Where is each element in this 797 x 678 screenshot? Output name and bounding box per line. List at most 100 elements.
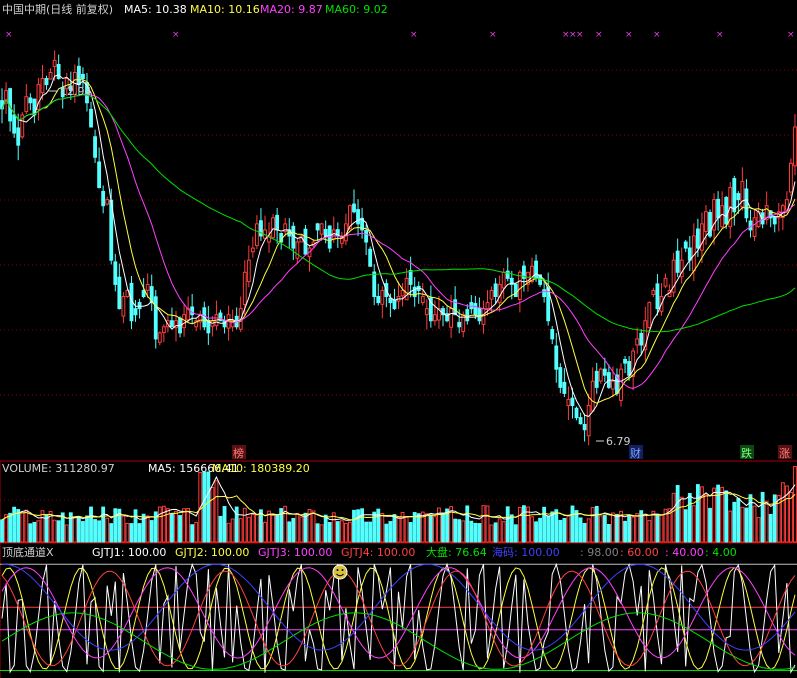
volume-bar-24 bbox=[97, 520, 102, 543]
tag-zhang-label: 涨 bbox=[779, 447, 790, 460]
candle-body-62 bbox=[250, 247, 255, 253]
volume-bar-86 bbox=[348, 521, 352, 543]
volume-bar-8 bbox=[32, 521, 37, 543]
volume-bar-56 bbox=[226, 522, 231, 543]
signal-marker-3: × bbox=[489, 30, 497, 40]
candle-body-99 bbox=[400, 289, 405, 297]
volume-bar-77 bbox=[311, 510, 316, 543]
low-price-marker: 6.79 bbox=[606, 435, 631, 448]
candle-body-181 bbox=[732, 178, 737, 213]
volume-bar-129 bbox=[522, 505, 526, 543]
volume-bar-119 bbox=[481, 505, 486, 543]
volume-bar-62 bbox=[250, 514, 255, 543]
signal-marker-0: × bbox=[5, 30, 13, 40]
gjtj2-label: GJTJ2: 100.00 bbox=[175, 546, 249, 559]
volume-bar-4 bbox=[16, 509, 21, 543]
ref-60-label: : 60.00 bbox=[620, 546, 659, 559]
volume-bar-96 bbox=[388, 521, 393, 543]
candle-body-93 bbox=[376, 296, 381, 304]
volume-bar-7 bbox=[28, 523, 33, 543]
candle-body-136 bbox=[550, 329, 555, 340]
ma10-label: MA10: 10.16 bbox=[190, 3, 260, 16]
candle-body-92 bbox=[372, 271, 377, 298]
volume-bar-30 bbox=[121, 515, 126, 543]
volume-bar-55 bbox=[222, 506, 227, 543]
volume-bar-135 bbox=[546, 516, 551, 543]
volume-bar-179 bbox=[724, 490, 729, 543]
candle-body-143 bbox=[578, 417, 583, 425]
signal-marker-2: × bbox=[410, 30, 418, 40]
volume-bar-10 bbox=[40, 510, 45, 543]
volume-bar-156 bbox=[631, 516, 636, 543]
volume-bar-84 bbox=[339, 520, 344, 543]
tag-die-label: 跌 bbox=[741, 446, 752, 460]
tag-cai[interactable]: 财 bbox=[629, 445, 643, 460]
volume-bar-122 bbox=[493, 522, 498, 543]
candle-body-138 bbox=[558, 367, 563, 388]
ref-40-label: : 40.00 bbox=[665, 546, 704, 559]
volume-bar-120 bbox=[485, 505, 490, 543]
candle-body-63 bbox=[254, 223, 259, 246]
candle-body-78 bbox=[315, 223, 320, 231]
candle-body-185 bbox=[748, 220, 753, 231]
volume-bar-68 bbox=[275, 514, 280, 543]
volume-bar-112 bbox=[453, 518, 458, 543]
volume-bar-18 bbox=[72, 516, 77, 543]
volume-bar-25 bbox=[101, 506, 106, 543]
signal-marker-10: × bbox=[716, 30, 724, 40]
candle-body-137 bbox=[554, 345, 559, 370]
tag-zhang[interactable]: 涨 bbox=[778, 445, 792, 460]
volume-bar-184 bbox=[744, 507, 749, 543]
candle-body-164 bbox=[663, 277, 668, 287]
volume-bar-124 bbox=[501, 521, 506, 543]
volume-bar-151 bbox=[611, 512, 615, 543]
volume-bar-14 bbox=[56, 520, 61, 543]
candle-body-88 bbox=[356, 209, 360, 225]
candle-body-23 bbox=[93, 136, 97, 158]
volume-bar-128 bbox=[517, 507, 522, 543]
volume-bar-187 bbox=[756, 517, 761, 543]
volume-bar-22 bbox=[89, 506, 93, 543]
candle-body-132 bbox=[534, 260, 538, 279]
stock-chart[interactable]: 中国中期(日线 前复权) MA5: 10.38 MA10: 10.16 MA20… bbox=[0, 0, 797, 678]
candle-body-149 bbox=[602, 368, 607, 376]
volume-bar-33 bbox=[133, 509, 138, 543]
candle-body-35 bbox=[141, 289, 146, 298]
volume-ma10-label: MA10: 180389.20 bbox=[212, 462, 310, 475]
candle-body-167 bbox=[675, 250, 680, 273]
candle-body-6 bbox=[24, 96, 29, 113]
volume-bar-23 bbox=[93, 519, 97, 543]
volume-bar-157 bbox=[635, 513, 640, 543]
volume-bar-90 bbox=[364, 521, 369, 543]
volume-bar-95 bbox=[384, 523, 389, 543]
candle-body-40 bbox=[161, 326, 166, 333]
candle-body-195 bbox=[789, 162, 793, 193]
volume-bar-59 bbox=[238, 518, 243, 543]
candle-body-179 bbox=[724, 196, 729, 225]
candle-body-105 bbox=[424, 308, 429, 316]
tag-bang[interactable]: 榜 bbox=[232, 445, 246, 460]
volume-bar-81 bbox=[327, 522, 332, 543]
tag-die[interactable]: 跌 bbox=[740, 445, 754, 460]
volume-bar-188 bbox=[760, 491, 765, 543]
ma60-label: MA60: 9.02 bbox=[325, 3, 388, 16]
volume-bar-190 bbox=[768, 513, 773, 543]
candle-body-22 bbox=[89, 108, 93, 128]
candle-body-113 bbox=[457, 321, 462, 328]
dapan-label: 大盘: 76.64 bbox=[426, 545, 487, 559]
candle-body-145 bbox=[586, 405, 591, 437]
volume-bar-52 bbox=[210, 487, 215, 543]
candle-body-122 bbox=[493, 283, 498, 298]
volume-bar-78 bbox=[315, 523, 320, 543]
signal-marker-9: × bbox=[653, 30, 661, 40]
volume-bar-100 bbox=[404, 516, 409, 543]
volume-bar-123 bbox=[497, 518, 502, 543]
volume-bar-195 bbox=[789, 492, 793, 543]
candle-body-157 bbox=[635, 338, 640, 346]
candle-body-141 bbox=[570, 397, 575, 407]
volume-bar-71 bbox=[287, 521, 292, 543]
candle-body-139 bbox=[562, 381, 567, 394]
candle-body-29 bbox=[117, 276, 122, 310]
volume-label: VOLUME: 311280.97 bbox=[2, 462, 115, 475]
volume-bar-152 bbox=[615, 513, 619, 543]
